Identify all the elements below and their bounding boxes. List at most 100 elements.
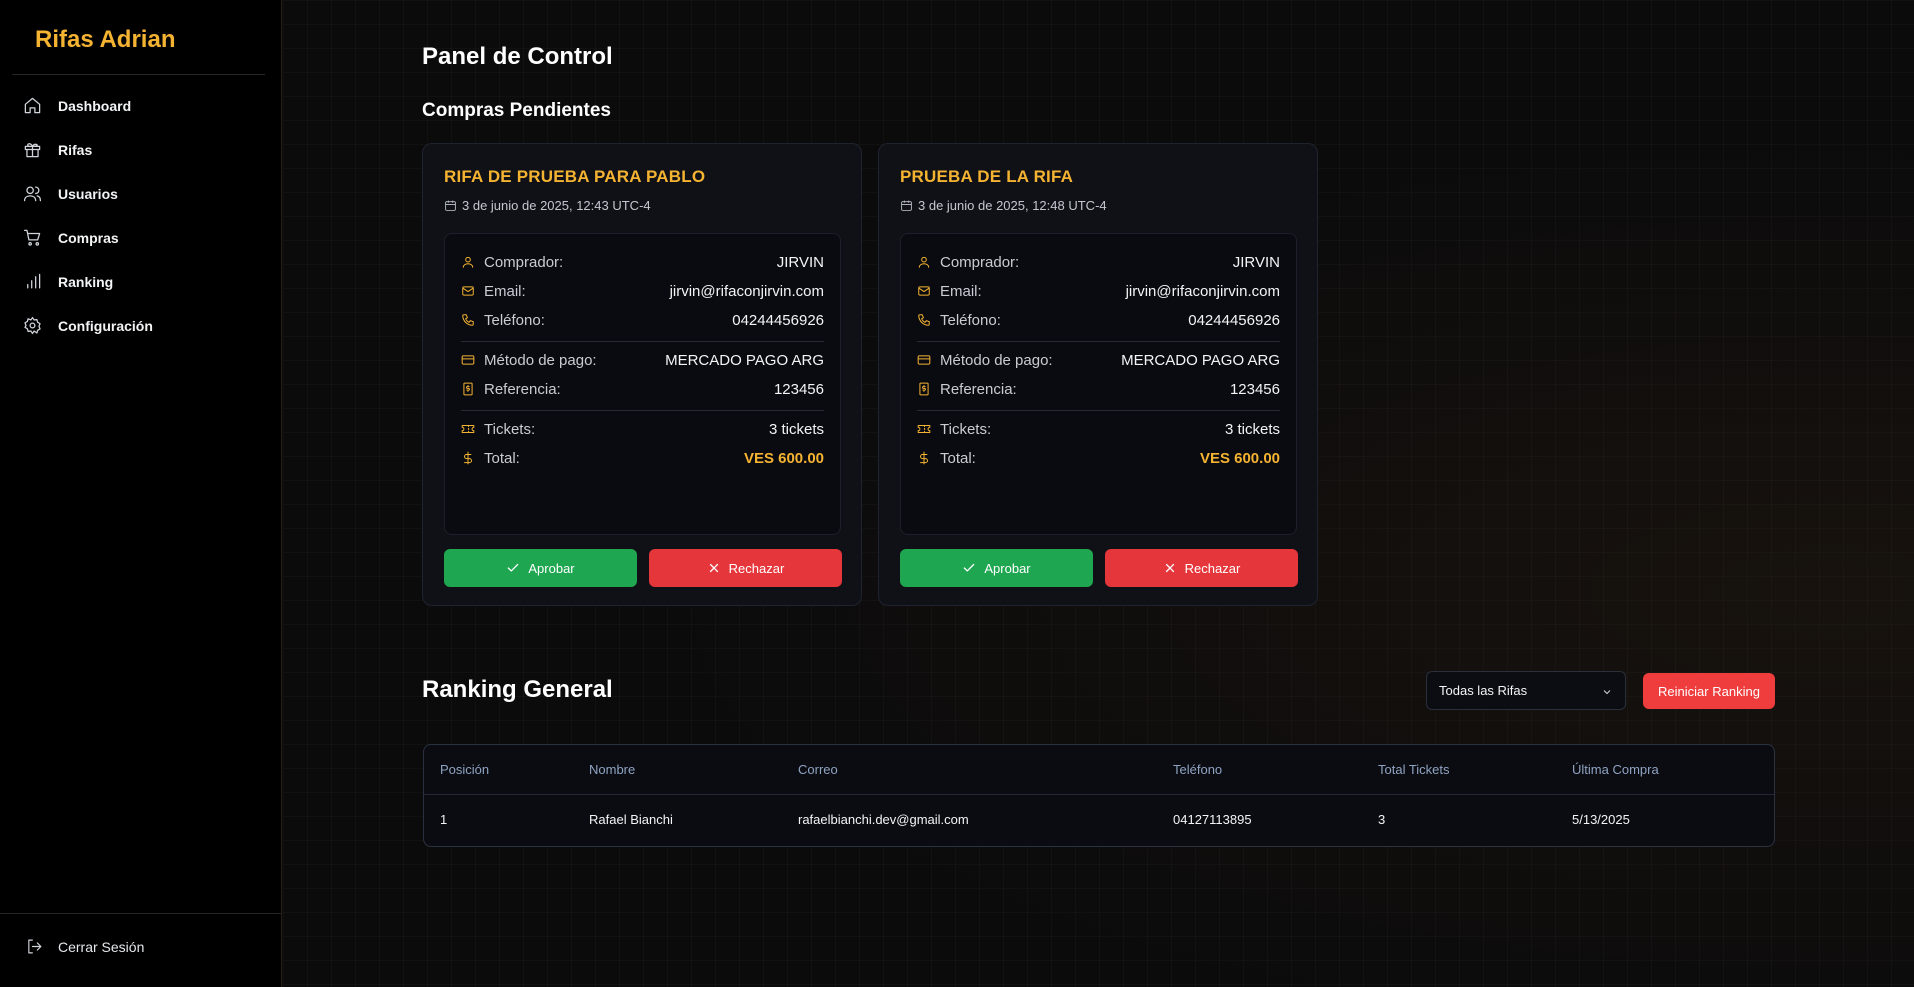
close-icon xyxy=(1165,563,1174,573)
pending-purchases-title: Compras Pendientes xyxy=(422,100,611,121)
purchase-details: Comprador: JIRVIN Email: jirvin@rifaconj… xyxy=(444,233,841,535)
email-row: Email: jirvin@rifaconjirvin.com xyxy=(917,281,1280,301)
email-value: jirvin@rifaconjirvin.com xyxy=(1125,282,1280,300)
sidebar-item-label: Compras xyxy=(58,230,119,246)
email-label: Email: xyxy=(940,282,982,300)
ticket-icon xyxy=(917,425,931,433)
ticket-icon xyxy=(461,425,475,433)
raffle-title: PRUEBA DE LA RIFA xyxy=(900,167,1074,186)
approve-label: Aprobar xyxy=(528,560,575,576)
email-row: Email: jirvin@rifaconjirvin.com xyxy=(461,281,824,301)
payment-method-row: Método de pago: MERCADO PAGO ARG xyxy=(461,350,824,370)
sidebar-item-label: Ranking xyxy=(58,274,114,290)
tickets-value: 3 tickets xyxy=(768,420,824,438)
purchase-card: PRUEBA DE LA RIFA 3 de junio de 2025, 12… xyxy=(878,143,1318,606)
total-value: VES 600.00 xyxy=(1199,449,1280,467)
sidebar-bottom-divider xyxy=(0,913,282,914)
email-value: jirvin@rifaconjirvin.com xyxy=(669,282,824,300)
gear-icon xyxy=(23,316,43,336)
sidebar-item-label: Rifas xyxy=(58,142,93,158)
buyer-label: Comprador: xyxy=(484,253,564,271)
raffle-title: RIFA DE PRUEBA PARA PABLO xyxy=(444,167,706,186)
users-icon xyxy=(23,184,43,204)
raffle-filter-select[interactable]: Todas las Rifas xyxy=(1426,671,1626,710)
logout-icon xyxy=(28,939,42,954)
total-label: Total: xyxy=(940,449,976,467)
sidebar-item-compras[interactable]: Compras xyxy=(12,216,270,260)
sidebar-item-configuracion[interactable]: Configuración xyxy=(12,304,270,348)
close-icon xyxy=(709,563,718,573)
reference-row: Referencia: 123456 xyxy=(917,379,1280,399)
logout-label: Cerrar Sesión xyxy=(58,938,145,955)
phone-icon xyxy=(918,314,930,326)
reject-button[interactable]: Rechazar xyxy=(649,549,842,587)
reject-label: Rechazar xyxy=(728,560,785,576)
phone-label: Teléfono: xyxy=(484,311,545,329)
column-header: Nombre xyxy=(589,762,636,777)
details-divider xyxy=(917,341,1280,342)
buyer-value: JIRVIN xyxy=(776,253,824,271)
total-row: Total: VES 600.00 xyxy=(461,448,824,468)
sidebar-item-label: Configuración xyxy=(58,318,153,334)
main-content: Panel de Control Compras Pendientes RIFA… xyxy=(283,0,1914,987)
mail-icon xyxy=(462,286,474,296)
reset-ranking-button[interactable]: Reiniciar Ranking xyxy=(1643,673,1775,709)
table-cell: 3 xyxy=(1378,812,1386,827)
approve-button[interactable]: Aprobar xyxy=(444,549,637,587)
column-header: Teléfono xyxy=(1173,762,1223,777)
total-label: Total: xyxy=(484,449,520,467)
bar-chart-icon xyxy=(23,272,43,292)
phone-value: 04244456926 xyxy=(1188,311,1280,329)
total-row: Total: VES 600.00 xyxy=(917,448,1280,468)
purchase-details: Comprador: JIRVIN Email: jirvin@rifaconj… xyxy=(900,233,1297,535)
details-divider xyxy=(461,341,824,342)
purchase-card: RIFA DE PRUEBA PARA PABLO 3 de junio de … xyxy=(422,143,862,606)
brand-logo-text[interactable]: Rifas Adrian xyxy=(35,26,175,54)
buyer-row: Comprador: JIRVIN xyxy=(917,252,1280,272)
reject-button[interactable]: Rechazar xyxy=(1105,549,1298,587)
payment-method-row: Método de pago: MERCADO PAGO ARG xyxy=(917,350,1280,370)
column-header: Última Compra xyxy=(1572,762,1659,777)
table-cell: 04127113895 xyxy=(1173,812,1252,827)
ranking-table: Posición Nombre Correo Teléfono Total Ti… xyxy=(423,744,1775,847)
user-icon xyxy=(462,256,474,268)
sidebar-item-usuarios[interactable]: Usuarios xyxy=(12,172,270,216)
ranking-title: Ranking General xyxy=(422,676,613,703)
buyer-row: Comprador: JIRVIN xyxy=(461,252,824,272)
sidebar-nav: Dashboard Rifas Usuarios Compras Ranking… xyxy=(12,84,270,348)
approve-button[interactable]: Aprobar xyxy=(900,549,1093,587)
receipt-icon xyxy=(463,382,473,396)
email-label: Email: xyxy=(484,282,526,300)
tickets-label: Tickets: xyxy=(484,420,536,438)
dollar-icon xyxy=(464,451,472,465)
reject-label: Rechazar xyxy=(1184,560,1241,576)
column-header: Total Tickets xyxy=(1378,762,1450,777)
purchase-date: 3 de junio de 2025, 12:48 UTC-4 xyxy=(900,198,1107,213)
table-header: Posición Nombre Correo Teléfono Total Ti… xyxy=(424,745,1774,795)
calendar-icon xyxy=(901,200,912,211)
sidebar-item-rifas[interactable]: Rifas xyxy=(12,128,270,172)
sidebar-item-dashboard[interactable]: Dashboard xyxy=(12,84,270,128)
sidebar-item-label: Dashboard xyxy=(58,98,132,114)
sidebar: Rifas Adrian Dashboard Rifas Usuarios Co… xyxy=(0,0,282,987)
table-cell: 5/13/2025 xyxy=(1572,812,1630,827)
total-value: VES 600.00 xyxy=(743,449,824,467)
details-divider xyxy=(917,410,1280,411)
credit-card-icon xyxy=(917,355,931,365)
tickets-row: Tickets: 3 tickets xyxy=(917,419,1280,439)
details-divider xyxy=(461,410,824,411)
phone-icon xyxy=(462,314,474,326)
cart-icon xyxy=(23,228,43,248)
phone-row: Teléfono: 04244456926 xyxy=(917,310,1280,330)
check-icon xyxy=(508,563,519,572)
gift-icon xyxy=(23,140,43,160)
method-value: MERCADO PAGO ARG xyxy=(665,351,824,369)
reference-row: Referencia: 123456 xyxy=(461,379,824,399)
reference-value: 123456 xyxy=(1229,380,1280,398)
approve-label: Aprobar xyxy=(984,560,1031,576)
reference-value: 123456 xyxy=(773,380,824,398)
logout-button[interactable]: Cerrar Sesión xyxy=(26,938,144,955)
column-header: Posición xyxy=(440,762,490,777)
buyer-label: Comprador: xyxy=(940,253,1020,271)
sidebar-item-ranking[interactable]: Ranking xyxy=(12,260,270,304)
